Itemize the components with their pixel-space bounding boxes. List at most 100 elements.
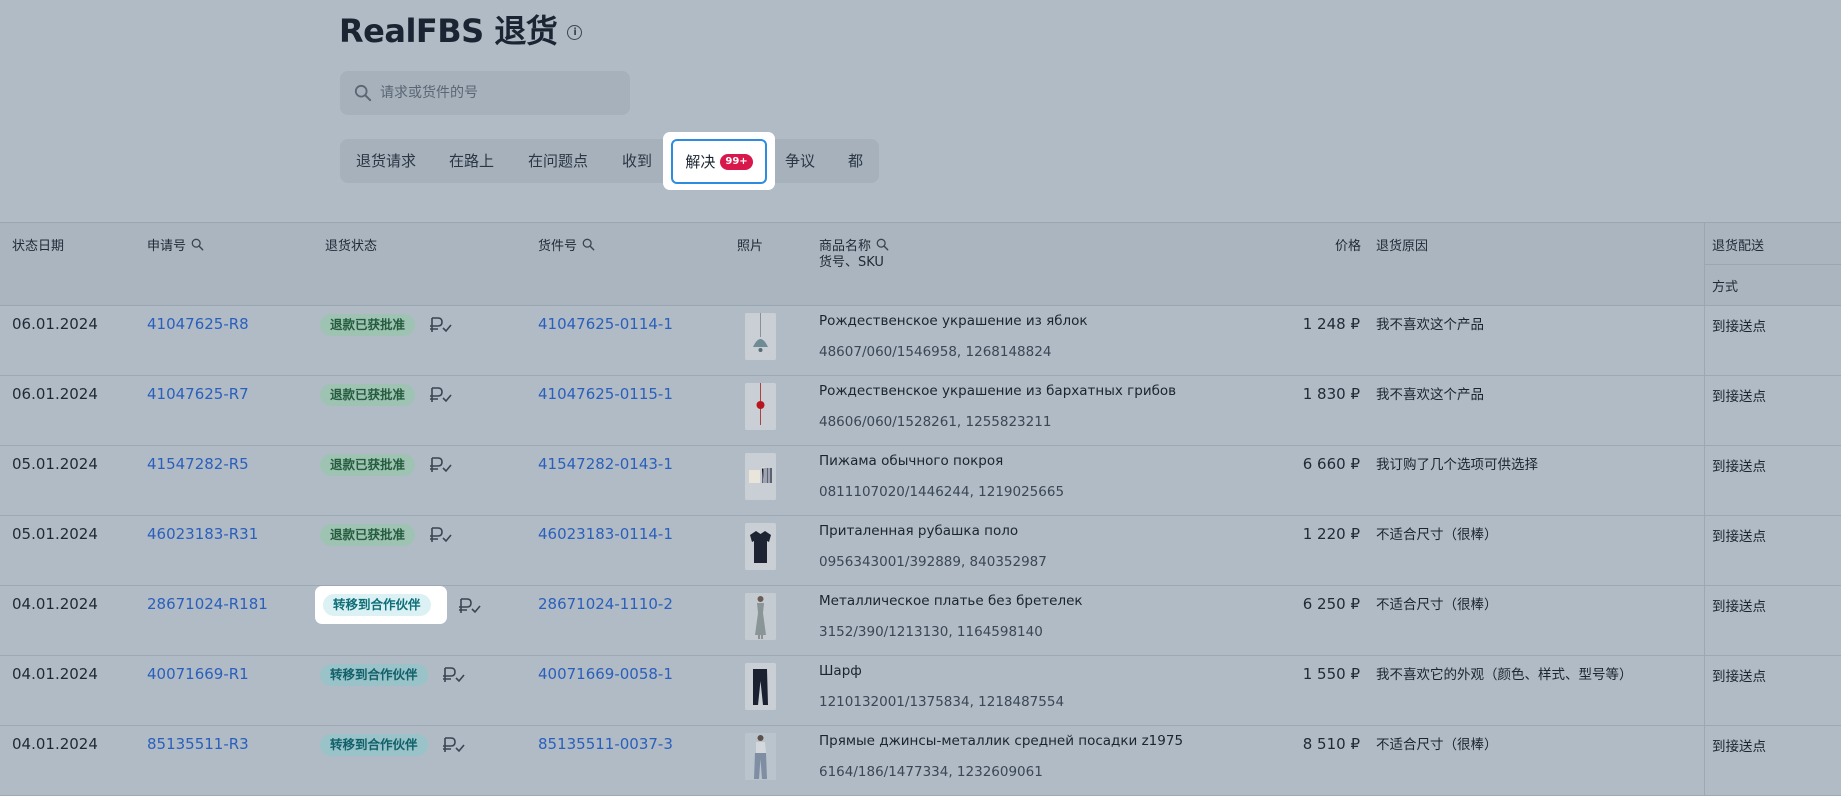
return-reason: 我不喜欢这个产品	[1376, 387, 1484, 403]
status-date: 05.01.2024	[12, 525, 98, 543]
tab-all[interactable]: 都	[848, 139, 863, 183]
product-name[interactable]: Приталенная рубашка поло	[819, 523, 1018, 539]
header-request-label: 申请号	[147, 239, 187, 254]
status-date: 06.01.2024	[12, 385, 98, 403]
header-divider	[1705, 264, 1841, 265]
header-reason: 退货原因	[1376, 235, 1428, 254]
tab-received[interactable]: 收到	[622, 139, 652, 183]
product-sku: 3152/390/1213130, 1164598140	[819, 624, 1043, 640]
shipment-number-link[interactable]: 85135511-0037-3	[538, 735, 673, 753]
column-divider	[1704, 586, 1705, 655]
request-number-link[interactable]: 85135511-R3	[147, 735, 249, 753]
product-name[interactable]: Пижама обычного покроя	[819, 453, 1003, 469]
product-name[interactable]: Рождественское украшение из бархатных гр…	[819, 383, 1176, 399]
shipment-number-link[interactable]: 28671024-1110-2	[538, 595, 673, 613]
product-sku: 0811107020/1446244, 1219025665	[819, 484, 1065, 500]
ruble-check-icon	[429, 315, 453, 335]
table-row[interactable]: 05.01.2024 41547282-R5 退款已获批准 41547282-0…	[0, 446, 1841, 516]
pajama-icon[interactable]	[745, 453, 776, 500]
search-icon[interactable]	[191, 238, 204, 251]
status-badge: 退款已获批准	[320, 524, 416, 546]
product-price: 8 510 ₽	[1302, 735, 1360, 753]
header-shipment[interactable]: 货件号	[538, 235, 595, 254]
product-sku: 48607/060/1546958, 1268148824	[819, 344, 1052, 360]
ornament-mushroom-icon[interactable]	[745, 383, 776, 430]
status-badge: 退款已获批准	[320, 454, 416, 476]
tab-disputes[interactable]: 争议	[785, 139, 815, 183]
scarf-icon[interactable]	[745, 663, 776, 710]
dress-icon[interactable]	[745, 593, 776, 640]
table-row[interactable]: 04.01.2024 85135511-R3 转移到合作伙伴 85135511-…	[0, 726, 1841, 796]
shipment-number-link[interactable]: 41547282-0143-1	[538, 455, 673, 473]
status-cell: 退款已获批准	[320, 314, 453, 336]
status-date: 05.01.2024	[12, 455, 98, 473]
status-date: 04.01.2024	[12, 595, 98, 613]
shipment-number-link[interactable]: 41047625-0115-1	[538, 385, 673, 403]
column-divider	[1704, 446, 1705, 515]
table-row[interactable]: 05.01.2024 46023183-R31 退款已获批准 46023183-…	[0, 516, 1841, 586]
shipment-number-link[interactable]: 46023183-0114-1	[538, 525, 673, 543]
ornament-apple-icon[interactable]	[745, 313, 776, 360]
table-row[interactable]: 06.01.2024 41047625-R8 退款已获批准 41047625-0…	[0, 306, 1841, 376]
tab-resolved-highlight: 解决 99+	[663, 132, 775, 190]
request-number-link[interactable]: 41547282-R5	[147, 455, 249, 473]
delivery-method: 到接送点	[1712, 529, 1766, 545]
header-name-sub: 货号、SKU	[819, 255, 884, 270]
return-reason: 我不喜欢它的外观（颜色、样式、型号等）	[1376, 667, 1633, 683]
column-divider	[1704, 656, 1705, 725]
request-number-link[interactable]: 40071669-R1	[147, 665, 249, 683]
returns-table: 状态日期 申请号 退货状态 货件号 照片 商品名称 货号、SKU 价格 退货原因…	[0, 222, 1841, 796]
header-delivery-label: 退货配送	[1712, 239, 1765, 254]
polo-shirt-icon[interactable]	[745, 523, 776, 570]
product-name[interactable]: Металлическое платье без бретелек	[819, 593, 1083, 609]
header-photo-label: 照片	[737, 239, 764, 254]
status-badge: 退款已获批准	[320, 384, 416, 406]
tab-in-transit[interactable]: 在路上	[449, 139, 494, 183]
jeans-icon[interactable]	[745, 733, 776, 780]
status-badge: 转移到合作伙伴	[320, 664, 428, 686]
request-number-link[interactable]: 41047625-R7	[147, 385, 249, 403]
table-body: 06.01.2024 41047625-R8 退款已获批准 41047625-0…	[0, 306, 1841, 796]
shipment-number-link[interactable]: 40071669-0058-1	[538, 665, 673, 683]
tab-resolved[interactable]: 解决 99+	[671, 139, 767, 184]
request-number-link[interactable]: 46023183-R31	[147, 525, 258, 543]
header-price-label: 价格	[1335, 239, 1362, 254]
header-status: 退货状态	[325, 235, 377, 254]
shipment-number-link[interactable]: 41047625-0114-1	[538, 315, 673, 333]
ruble-check-icon	[429, 385, 453, 405]
table-row[interactable]: 04.01.2024 28671024-R181 转移到合作伙伴 2867102…	[0, 586, 1841, 656]
ruble-check-icon	[442, 665, 466, 685]
ruble-check-icon	[442, 735, 466, 755]
header-request[interactable]: 申请号	[147, 235, 204, 254]
product-sku: 1210132001/1375834, 1218487554	[819, 694, 1065, 710]
product-price: 6 660 ₽	[1302, 455, 1360, 473]
table-row[interactable]: 04.01.2024 40071669-R1 转移到合作伙伴 40071669-…	[0, 656, 1841, 726]
product-price: 1 830 ₽	[1302, 385, 1360, 403]
status-cell: 退款已获批准	[320, 454, 453, 476]
tab-return-requests[interactable]: 退货请求	[356, 139, 416, 183]
status-cell: 转移到合作伙伴	[320, 664, 466, 686]
search-icon[interactable]	[876, 238, 889, 251]
table-row[interactable]: 06.01.2024 41047625-R7 退款已获批准 41047625-0…	[0, 376, 1841, 446]
column-divider	[1704, 726, 1705, 795]
ruble-check-icon	[429, 455, 453, 475]
request-number-link[interactable]: 41047625-R8	[147, 315, 249, 333]
request-number-link[interactable]: 28671024-R181	[147, 595, 268, 613]
product-sku: 0956343001/392889, 840352987	[819, 554, 1047, 570]
search-input[interactable]	[378, 84, 622, 102]
header-date[interactable]: 状态日期	[12, 235, 64, 254]
column-divider	[1704, 376, 1705, 445]
product-name[interactable]: Рождественское украшение из яблок	[819, 313, 1088, 329]
search-box[interactable]	[340, 71, 630, 115]
delivery-method: 到接送点	[1712, 669, 1766, 685]
info-icon[interactable]: i	[567, 24, 583, 40]
product-name[interactable]: Шарф	[819, 663, 862, 679]
status-date: 04.01.2024	[12, 665, 98, 683]
search-icon	[354, 84, 372, 102]
product-name[interactable]: Прямые джинсы-металлик средней посадки z…	[819, 733, 1183, 749]
tab-at-pickup-point[interactable]: 在问题点	[528, 139, 588, 183]
count-badge: 99+	[720, 153, 753, 170]
search-icon[interactable]	[582, 238, 595, 251]
header-delivery-sub: 方式	[1712, 280, 1739, 295]
column-divider	[1704, 306, 1705, 375]
